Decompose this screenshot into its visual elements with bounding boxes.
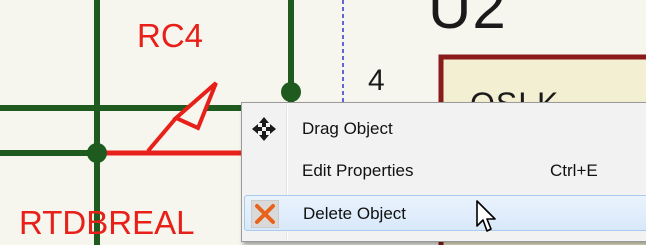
chip-reference-label: U2 <box>428 0 507 41</box>
junction-dot-left <box>87 143 107 163</box>
context-menu: Drag Object Edit Properties Ctrl+E Delet… <box>241 102 646 242</box>
delete-x-icon <box>250 199 280 229</box>
component-reference-label: RC4 <box>137 17 204 54</box>
menu-item-delete-object[interactable]: Delete Object <box>244 195 646 231</box>
junction-dot-right <box>281 82 301 102</box>
arrow-symbol <box>146 81 218 153</box>
menu-item-drag-object[interactable]: Drag Object <box>244 111 646 147</box>
net-name-label: RTDBREAL <box>19 204 195 241</box>
pin-number-label: 4 <box>368 64 385 97</box>
mouse-pointer-icon <box>476 200 496 232</box>
menu-item-edit-properties[interactable]: Edit Properties Ctrl+E <box>244 153 646 189</box>
menu-item-label: Edit Properties <box>302 161 414 180</box>
menu-item-shortcut: Ctrl+E <box>550 161 598 180</box>
menu-item-label: Drag Object <box>302 119 393 138</box>
menu-item-label: Delete Object <box>303 204 406 223</box>
move-arrows-icon <box>250 115 278 143</box>
